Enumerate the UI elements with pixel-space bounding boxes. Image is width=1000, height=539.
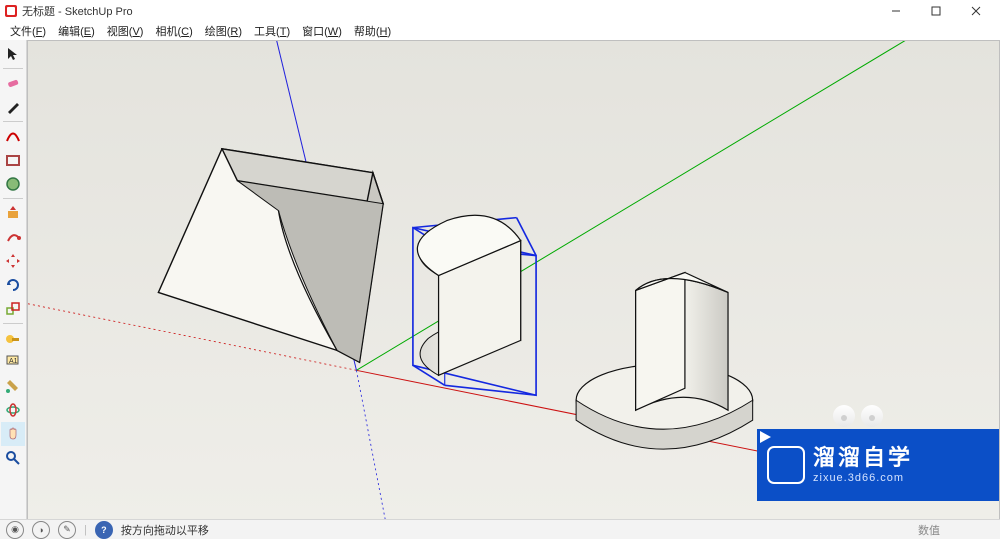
toolbar-left: A1 xyxy=(0,40,27,520)
tool-zoom[interactable] xyxy=(1,446,25,470)
menu-tools[interactable]: 工具(T) xyxy=(250,23,294,39)
play-icon xyxy=(767,446,805,484)
status-credits-icon[interactable]: ✎ xyxy=(58,521,76,539)
menu-file[interactable]: 文件(F) xyxy=(6,23,50,39)
menu-camera[interactable]: 相机(C) xyxy=(151,23,196,39)
maximize-button[interactable] xyxy=(916,0,956,22)
menu-window[interactable]: 窗口(W) xyxy=(298,23,346,39)
measurement-label: 数值 xyxy=(918,522,940,538)
menu-edit[interactable]: 编辑(E) xyxy=(54,23,99,39)
menu-help[interactable]: 帮助(H) xyxy=(350,23,395,39)
status-hint: 按方向拖动以平移 xyxy=(121,522,209,538)
status-geo-icon[interactable]: ◉ xyxy=(6,521,24,539)
tool-pushpull[interactable] xyxy=(1,201,25,225)
tool-tape[interactable] xyxy=(1,326,25,350)
menu-bar: 文件(F) 编辑(E) 视图(V) 相机(C) 绘图(R) 工具(T) 窗口(W… xyxy=(0,22,1000,40)
status-bar: ◉ ◑ ✎ | ? 按方向拖动以平移 数值 xyxy=(0,519,1000,539)
tool-rectangle[interactable] xyxy=(1,148,25,172)
tool-rotate[interactable] xyxy=(1,273,25,297)
close-button[interactable] xyxy=(956,0,996,22)
window-title: 无标题 - SketchUp Pro xyxy=(22,3,133,19)
menu-draw[interactable]: 绘图(R) xyxy=(201,23,246,39)
tool-eraser[interactable] xyxy=(1,71,25,95)
tool-circle[interactable] xyxy=(1,172,25,196)
tool-text[interactable]: A1 xyxy=(1,350,25,374)
tool-move[interactable] xyxy=(1,249,25,273)
tool-orbit[interactable] xyxy=(1,398,25,422)
menu-view[interactable]: 视图(V) xyxy=(103,23,148,39)
svg-text:A1: A1 xyxy=(9,358,18,365)
tool-pencil[interactable] xyxy=(1,95,25,119)
app-icon xyxy=(4,4,18,18)
googly-eyes-decoration xyxy=(833,405,883,427)
tool-pan[interactable] xyxy=(1,422,25,446)
viewport[interactable]: 溜溜自学 zixue.3d66.com xyxy=(27,40,1000,520)
status-profile-icon[interactable]: ◑ xyxy=(32,521,50,539)
minimize-button[interactable] xyxy=(876,0,916,22)
tool-scale[interactable] xyxy=(1,297,25,321)
tool-followme[interactable] xyxy=(1,225,25,249)
tool-arc[interactable] xyxy=(1,124,25,148)
tool-select[interactable] xyxy=(1,42,25,66)
status-help-icon[interactable]: ? xyxy=(95,521,113,539)
watermark: 溜溜自学 zixue.3d66.com xyxy=(757,429,999,501)
tool-paint[interactable] xyxy=(1,374,25,398)
